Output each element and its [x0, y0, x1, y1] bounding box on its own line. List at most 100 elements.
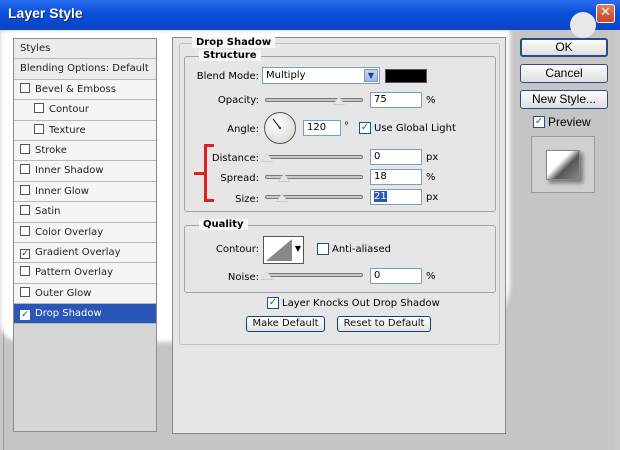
new-style-button[interactable]: New Style...: [520, 90, 608, 109]
style-checkbox[interactable]: [20, 205, 30, 216]
blend-mode-label: Blend Mode:: [196, 71, 259, 82]
anti-aliased-checkbox[interactable]: [317, 243, 329, 255]
checkmark-icon: ✓: [534, 116, 544, 127]
opacity-label: Opacity:: [217, 95, 259, 106]
preview-swatch: [546, 150, 580, 180]
contour-label: Contour:: [215, 244, 259, 255]
anti-aliased-label: Anti-aliased: [332, 244, 392, 255]
blend-mode-value: Multiply: [266, 70, 306, 81]
style-checkbox[interactable]: [20, 143, 30, 154]
spread-slider-thumb[interactable]: [278, 173, 290, 182]
style-item-label: Color Overlay: [35, 226, 104, 238]
style-item-label: Styles: [20, 43, 51, 54]
opacity-slider-thumb[interactable]: [333, 96, 345, 105]
make-default-button[interactable]: Make Default: [246, 316, 325, 332]
style-checkbox[interactable]: [34, 103, 44, 114]
style-item-inner-glow[interactable]: Inner Glow: [14, 181, 156, 203]
style-checkbox[interactable]: [20, 286, 30, 297]
checkmark-icon: ✓: [360, 122, 370, 133]
layer-style-dialog: Layer Style ✕ Styles Blending Options: De…: [0, 0, 620, 450]
style-checkbox[interactable]: [20, 225, 30, 236]
checkmark-icon: ✓: [268, 297, 278, 308]
quality-title: Quality: [199, 219, 248, 230]
drop-shadow-title: Drop Shadow: [192, 37, 276, 48]
style-item-label: Drop Shadow: [35, 308, 102, 320]
distance-unit: px: [426, 152, 439, 163]
style-checkbox[interactable]: [20, 164, 30, 175]
style-checkbox[interactable]: [34, 123, 44, 134]
layer-knocks-out-checkbox[interactable]: ✓: [267, 297, 279, 309]
spread-label: Spread:: [220, 173, 259, 184]
style-item-gradient-overlay[interactable]: ✓ Gradient Overlay: [14, 242, 156, 264]
drop-shadow-panel: Drop Shadow Structure Blend Mode: Multip…: [172, 37, 506, 434]
close-icon: ✕: [600, 5, 611, 20]
ok-button[interactable]: OK: [520, 38, 608, 57]
opacity-slider[interactable]: [265, 98, 363, 102]
size-unit: px: [426, 192, 439, 203]
layer-knocks-out-label: Layer Knocks Out Drop Shadow: [282, 298, 440, 309]
shadow-color-swatch[interactable]: [385, 69, 427, 83]
style-item-contour[interactable]: Contour: [14, 100, 156, 121]
angle-value: 120: [307, 122, 327, 133]
angle-dial[interactable]: [264, 112, 296, 144]
noise-slider[interactable]: [265, 273, 363, 277]
style-item-bevel-emboss[interactable]: Bevel & Emboss: [14, 79, 156, 101]
noise-input[interactable]: 0: [370, 268, 422, 284]
chevron-down-icon[interactable]: ▼: [364, 69, 378, 82]
style-item-inner-shadow[interactable]: Inner Shadow: [14, 161, 156, 182]
style-item-pattern-overlay[interactable]: Pattern Overlay: [14, 263, 156, 284]
angle-dial-needle-icon: [272, 118, 281, 129]
spread-input[interactable]: 18: [370, 169, 422, 185]
style-checkbox[interactable]: ✓: [20, 248, 30, 259]
style-item-label: Stroke: [35, 144, 67, 156]
style-item-texture[interactable]: Texture: [14, 120, 156, 141]
distance-input[interactable]: 0: [370, 149, 422, 165]
distance-slider-thumb[interactable]: [261, 153, 273, 162]
size-input[interactable]: 21: [370, 189, 422, 205]
style-item-label: Gradient Overlay: [35, 246, 121, 258]
style-item-label: Satin: [35, 206, 61, 218]
styles-list: Styles Blending Options: Default Bevel & E…: [13, 38, 157, 432]
use-global-light-checkbox[interactable]: ✓: [359, 122, 371, 134]
preview-checkbox[interactable]: ✓: [533, 116, 545, 128]
style-item-styles[interactable]: Styles: [14, 39, 156, 60]
reset-to-default-button[interactable]: Reset to Default: [337, 316, 431, 332]
noise-value: 0: [374, 270, 381, 281]
style-item-label: Inner Shadow: [35, 165, 104, 177]
style-item-satin[interactable]: Satin: [14, 202, 156, 223]
style-checkbox[interactable]: [20, 184, 30, 195]
cancel-button[interactable]: Cancel: [520, 64, 608, 83]
noise-slider-thumb[interactable]: [261, 271, 273, 280]
style-checkbox[interactable]: ✓: [20, 310, 30, 321]
style-checkbox[interactable]: [20, 82, 30, 93]
distance-value: 0: [374, 151, 381, 162]
style-item-color-overlay[interactable]: Color Overlay: [14, 222, 156, 243]
style-item-label: Inner Glow: [35, 185, 89, 197]
opacity-value: 75: [374, 94, 387, 105]
style-item-label: Outer Glow: [35, 287, 92, 299]
opacity-input[interactable]: 75: [370, 92, 422, 108]
style-item-label: Bevel & Emboss: [35, 83, 116, 95]
style-item-drop-shadow[interactable]: ✓ Drop Shadow: [14, 304, 156, 325]
size-value: 21: [374, 191, 387, 202]
spread-value: 18: [374, 171, 387, 182]
style-item-stroke[interactable]: Stroke: [14, 140, 156, 162]
annotation-tick: [194, 172, 204, 175]
contour-dropdown-icon[interactable]: ▼: [295, 244, 301, 253]
contour-picker[interactable]: ▼: [263, 236, 304, 264]
size-slider-thumb[interactable]: [276, 193, 288, 202]
style-item-blending-options-default[interactable]: Blending Options: Default: [14, 59, 156, 80]
distance-slider[interactable]: [265, 155, 363, 159]
blend-mode-select[interactable]: Multiply ▼: [262, 67, 380, 84]
title-bar[interactable]: Layer Style ✕: [0, 0, 620, 30]
style-checkbox[interactable]: [20, 266, 30, 277]
angle-input[interactable]: 120: [303, 120, 341, 136]
style-item-label: Blending Options: Default: [20, 63, 149, 75]
window-title: Layer Style: [8, 5, 83, 21]
close-button[interactable]: ✕: [596, 4, 615, 23]
angle-unit: °: [344, 121, 349, 132]
contour-curve-icon: [266, 239, 292, 261]
style-item-label: Texture: [49, 124, 86, 136]
angle-label: Angle:: [227, 124, 259, 135]
style-item-outer-glow[interactable]: Outer Glow: [14, 283, 156, 305]
